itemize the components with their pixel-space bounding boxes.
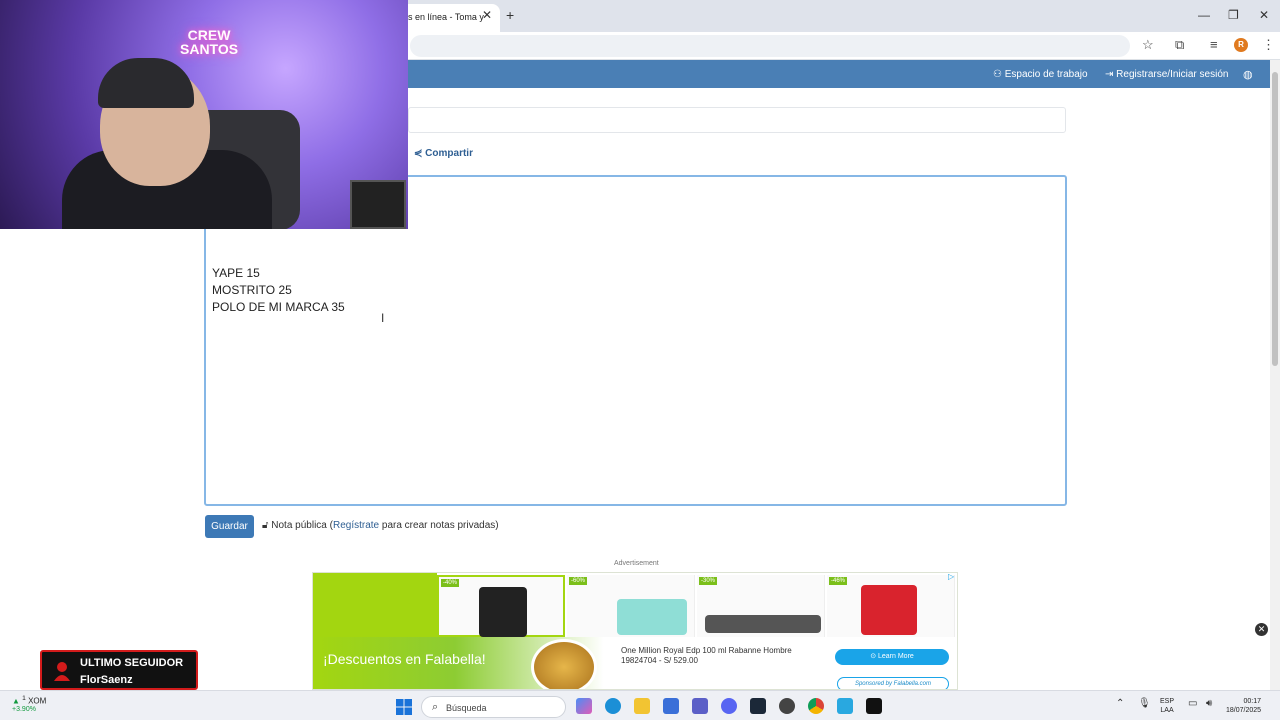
learn-more-button[interactable]: ⊙ Learn More: [835, 649, 949, 665]
extensions-icon[interactable]: ⧉: [1175, 37, 1184, 53]
globe-icon[interactable]: ◍: [1243, 68, 1253, 81]
system-clock[interactable]: 00:17 18/07/2025: [1226, 697, 1261, 715]
scrollbar-thumb[interactable]: [1272, 72, 1278, 366]
search-icon: ⌕: [432, 701, 439, 713]
wall-poster: [350, 180, 406, 229]
perfume-image: [531, 639, 597, 689]
window-close-icon[interactable]: ✕: [1259, 8, 1269, 22]
login-link[interactable]: ⇥ Registrarse/Iniciar sesión: [1105, 69, 1228, 80]
browser-menu-icon[interactable]: ⋮: [1262, 37, 1275, 53]
ad-headline: ¡Descuentos en Falabella!: [323, 651, 486, 667]
register-link[interactable]: Regístrate: [333, 520, 379, 531]
tab-title: s en línea - Toma y: [408, 12, 484, 22]
tray-chevron-icon[interactable]: ⌃: [1116, 698, 1124, 709]
stock-trend-icon: ▲: [12, 696, 20, 706]
file-explorer-icon[interactable]: [634, 698, 650, 714]
obs-icon[interactable]: [779, 698, 795, 714]
note-title-field[interactable]: [408, 107, 1066, 133]
note-line: POLO DE MI MARCA 35: [212, 300, 345, 314]
neon-line-2: SANTOS: [180, 41, 239, 57]
search-placeholder: Búsqueda: [446, 703, 487, 713]
webcam-overlay: CREW SANTOS: [0, 0, 408, 229]
adchoices-icon[interactable]: ▷: [948, 572, 954, 581]
user-icon: [54, 662, 70, 681]
edge-icon[interactable]: [605, 698, 621, 714]
share-label: Compartir: [425, 148, 473, 159]
streamer-cap: [98, 58, 194, 108]
minimize-icon[interactable]: —: [1198, 8, 1210, 22]
ad-product-pan[interactable]: -60%: [567, 575, 695, 637]
follower-name: FlorSaenz: [80, 674, 133, 686]
ad-close-icon[interactable]: ✕: [1255, 623, 1268, 636]
unlock-icon: 🔓︎: [262, 520, 272, 531]
new-tab-icon[interactable]: +: [506, 7, 514, 23]
clock-time: 00:17: [1243, 698, 1262, 705]
ad-product-luggage[interactable]: -40%: [437, 575, 565, 637]
tab-close-icon[interactable]: ✕: [482, 8, 492, 22]
teams-icon[interactable]: [692, 698, 708, 714]
login-icon: ⇥: [1105, 69, 1117, 80]
ad-label: Advertisement: [614, 560, 659, 567]
taskbar-search[interactable]: ⌕ Búsqueda: [421, 696, 566, 718]
share-button[interactable]: ⋞ Compartir: [414, 148, 473, 159]
page-scrollbar[interactable]: [1270, 60, 1280, 690]
ad-product-suitcase[interactable]: -46%: [827, 575, 955, 637]
text-cursor-icon: I: [381, 311, 385, 325]
ad-description: One Million Royal Edp 100 ml Rabanne Hom…: [621, 646, 792, 665]
public-note-prefix: Nota pública (: [271, 520, 333, 531]
discord-icon[interactable]: [721, 698, 737, 714]
maximize-icon[interactable]: ❐: [1228, 8, 1239, 22]
follower-title: ULTIMO SEGUIDOR: [80, 657, 184, 669]
store-icon[interactable]: [663, 698, 679, 714]
stock-widget[interactable]: ▲ 1 XOM +3.90%: [12, 695, 46, 713]
pan-image: [617, 599, 687, 635]
media-controls-icon[interactable]: ≡: [1210, 37, 1218, 52]
profile-avatar[interactable]: R: [1234, 38, 1248, 52]
share-icon: ⋞: [414, 148, 426, 159]
address-bar[interactable]: [410, 35, 1130, 57]
workspace-link[interactable]: ⚇ Espacio de trabajo: [993, 69, 1088, 80]
stock-symbol: XOM: [28, 696, 47, 706]
microphone-icon[interactable]: 🎙︎: [1138, 698, 1151, 709]
windows-taskbar: ▲ 1 XOM +3.90% ⌕ Búsqueda ⌃ 🎙︎ ESP LAA ▭…: [0, 690, 1280, 720]
play-icon: ⊙: [870, 653, 878, 660]
ad-product-slicer[interactable]: -30%: [697, 575, 825, 637]
chrome-icon[interactable]: [808, 698, 824, 714]
bookmark-star-icon[interactable]: ☆: [1142, 37, 1154, 53]
users-icon: ⚇: [993, 69, 1005, 80]
copilot-icon[interactable]: [576, 698, 592, 714]
discount-badge: -60%: [569, 577, 588, 585]
discount-badge: -30%: [699, 577, 718, 585]
clock-date: 18/07/2025: [1226, 707, 1262, 714]
lang-layout: LAA: [1160, 707, 1174, 714]
ad-footer-strip: ¡Descuentos en Falabella! One Million Ro…: [313, 637, 957, 689]
last-follower-alert: ULTIMO SEGUIDOR FlorSaenz: [40, 650, 198, 690]
windows-start-icon[interactable]: [396, 699, 412, 715]
save-button[interactable]: Guardar: [205, 515, 254, 538]
stock-change: +3.90%: [12, 705, 36, 713]
language-indicator[interactable]: ESP LAA: [1160, 697, 1174, 715]
workspace-label: Espacio de trabajo: [1004, 69, 1088, 80]
public-note-suffix: para crear notas privadas): [379, 520, 499, 531]
steam-icon[interactable]: [750, 698, 766, 714]
stock-badge: 1: [22, 695, 26, 702]
tiktok-icon[interactable]: [866, 698, 882, 714]
ad-sponsor-badge[interactable]: Sponsored by Falabella.com: [837, 677, 949, 689]
login-label: Registrarse/Iniciar sesión: [1116, 69, 1229, 80]
suitcase-image: [861, 585, 917, 635]
note-line: YAPE 15: [212, 266, 260, 280]
neon-sign: CREW SANTOS: [180, 28, 238, 56]
lang-code: ESP: [1160, 698, 1175, 705]
app-f-icon[interactable]: [837, 698, 853, 714]
discount-badge: -40%: [441, 579, 460, 587]
public-note-text: 🔓︎ Nota pública (Regístrate para crear n…: [262, 520, 499, 531]
ad-banner[interactable]: -40% -60% -30% -46% ¡Descuentos en Falab…: [312, 572, 958, 690]
discount-badge: -46%: [829, 577, 848, 585]
note-line: MOSTRITO 25: [212, 283, 292, 297]
network-icon[interactable]: ▭: [1188, 698, 1197, 709]
luggage-image: [479, 587, 527, 637]
volume-icon[interactable]: 🔊︎: [1206, 698, 1212, 709]
learn-more-label: Learn More: [878, 653, 914, 660]
slicer-image: [705, 615, 821, 633]
